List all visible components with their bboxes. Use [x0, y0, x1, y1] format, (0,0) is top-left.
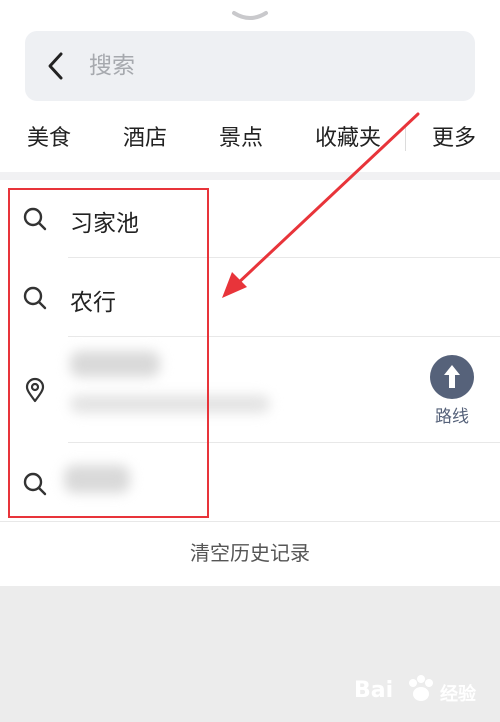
watermark: Bai 经验: [354, 668, 494, 716]
route-label[interactable]: 路线: [424, 402, 480, 427]
route-arrow-icon: [444, 365, 460, 388]
back-arrow-icon[interactable]: [45, 51, 67, 81]
paw-icon: [409, 675, 433, 701]
clear-history-button[interactable]: 清空历史记录: [0, 522, 500, 585]
category-more[interactable]: 更多: [432, 116, 476, 162]
category-divider: [405, 127, 406, 151]
search-bar: [25, 31, 475, 101]
category-hotel[interactable]: 酒店: [123, 116, 167, 162]
category-favorites[interactable]: 收藏夹: [315, 116, 381, 162]
route-button[interactable]: [430, 355, 474, 399]
category-attractions[interactable]: 景点: [219, 116, 263, 162]
watermark-text-right: 经验: [440, 684, 476, 705]
category-food[interactable]: 美食: [27, 116, 71, 162]
section-gap: [0, 172, 500, 180]
watermark-text-left: Bai: [354, 678, 394, 703]
search-input[interactable]: [89, 31, 459, 101]
chevron-down-icon[interactable]: [231, 9, 269, 25]
category-bar: 美食 酒店 景点 收藏夹 更多: [0, 116, 500, 162]
annotation-highlight-box: [8, 188, 209, 518]
